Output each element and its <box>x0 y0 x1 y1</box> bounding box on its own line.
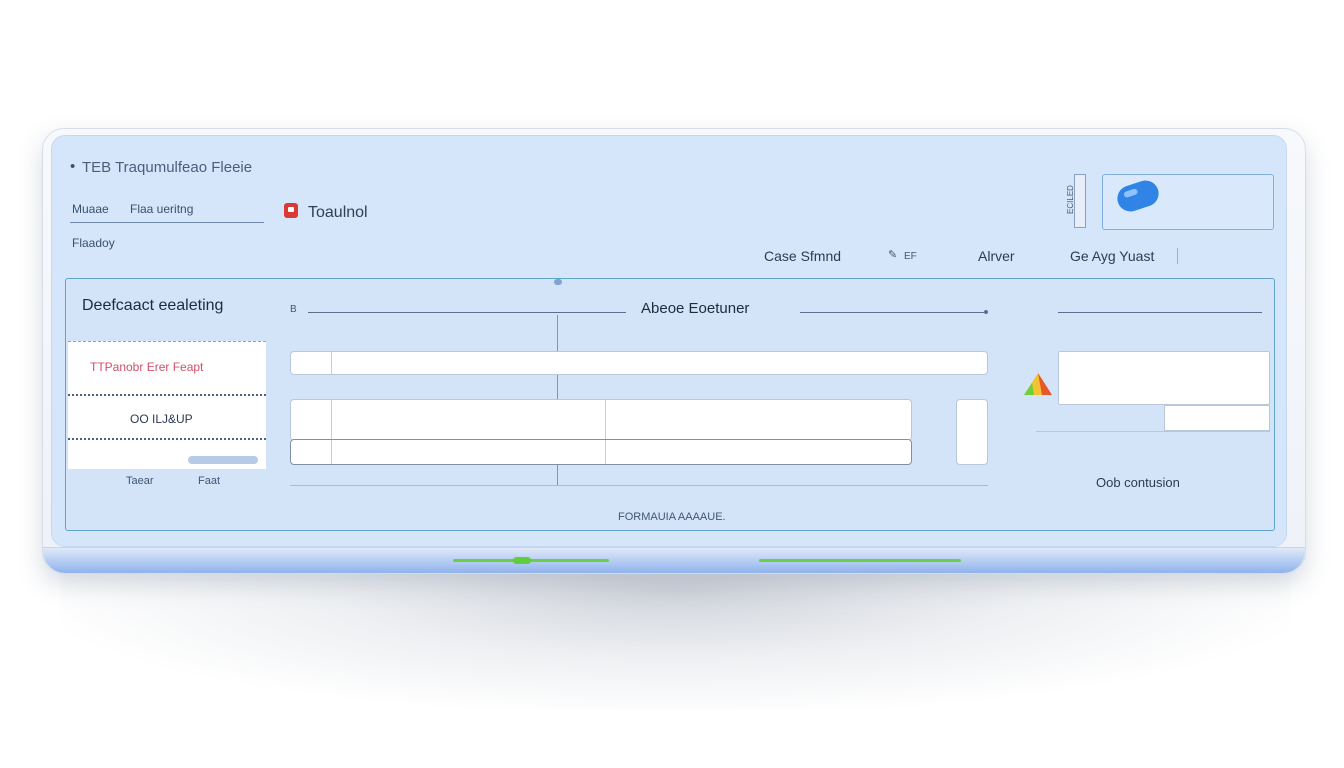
thumbnail-card[interactable]: TTPanobr Erer Feapt OO ILJ&UP <box>68 341 266 469</box>
nav-item-active[interactable]: Alrver <box>978 248 1015 264</box>
bottom-label-1: Taear <box>126 475 154 487</box>
tool-icon[interactable] <box>284 203 298 218</box>
field-label-filter[interactable]: Flaa ueritng <box>130 202 193 216</box>
app-screen: • TEB Traqumulfeao Fleeie Muaae Flaa uer… <box>51 135 1287 547</box>
nav-divider <box>1177 248 1178 264</box>
input-field-1[interactable] <box>290 351 988 375</box>
bottom-label-2: Faat <box>198 475 221 487</box>
pencil-icon[interactable]: ✎ <box>888 248 897 261</box>
nav-item-suffix: EF <box>904 251 917 262</box>
device-base <box>43 547 1305 573</box>
right-label: Oob contusion <box>1096 475 1180 490</box>
status-bar-right <box>759 559 961 562</box>
warning-icon[interactable] <box>1022 371 1054 397</box>
fields-bottom-line <box>290 485 988 486</box>
card-bar <box>188 456 258 464</box>
status-indicator <box>513 557 531 564</box>
device-shadow <box>60 560 1290 710</box>
nav-item-case[interactable]: Case Sfmnd <box>764 248 841 264</box>
header-line-far-right <box>1058 312 1262 313</box>
header-line-right <box>800 312 984 313</box>
header-line-dot <box>984 310 988 314</box>
nav-item-guest[interactable]: Ge Ayg Yuast <box>1070 248 1154 264</box>
app-title-bullet: • <box>70 158 76 175</box>
footer-text: FORMAUIA AAAAUE. <box>618 511 726 523</box>
preview-box-sub[interactable] <box>1164 405 1270 431</box>
toggle-button[interactable] <box>1102 174 1274 230</box>
status-bar-left <box>453 559 609 562</box>
app-title: TEB Traqumulfeao Fleeie <box>82 159 253 176</box>
right-divider <box>1036 431 1270 432</box>
side-stepper[interactable] <box>956 399 988 465</box>
card-mid-text: OO ILJ&UP <box>130 412 193 426</box>
main-panel: Deefcaact eealeting TTPanobr Erer Feapt … <box>65 278 1275 531</box>
tool-label[interactable]: Toaulnol <box>308 204 368 222</box>
preview-box[interactable] <box>1058 351 1270 405</box>
field-label-name: Muaae <box>72 202 109 216</box>
device-frame: • TEB Traqumulfeao Fleeie Muaae Flaa uer… <box>42 128 1306 574</box>
left-title: Deefcaact eealeting <box>82 297 224 314</box>
sub-label[interactable]: Flaadoy <box>72 236 115 250</box>
card-divider-1 <box>68 394 266 396</box>
input-field-2[interactable] <box>290 399 912 441</box>
vertical-ruler: ECILED <box>1066 174 1086 228</box>
left-marker: B <box>290 304 297 315</box>
card-top-text: TTPanobr Erer Feapt <box>90 360 204 374</box>
header-line-left <box>308 312 626 313</box>
panel-handle[interactable] <box>554 279 562 285</box>
center-title: Abeoe Eoetuner <box>641 300 750 317</box>
input-field-3[interactable] <box>290 439 912 465</box>
field-underline <box>70 222 264 223</box>
toggle-icon <box>1114 177 1162 215</box>
card-divider-2 <box>68 438 266 440</box>
